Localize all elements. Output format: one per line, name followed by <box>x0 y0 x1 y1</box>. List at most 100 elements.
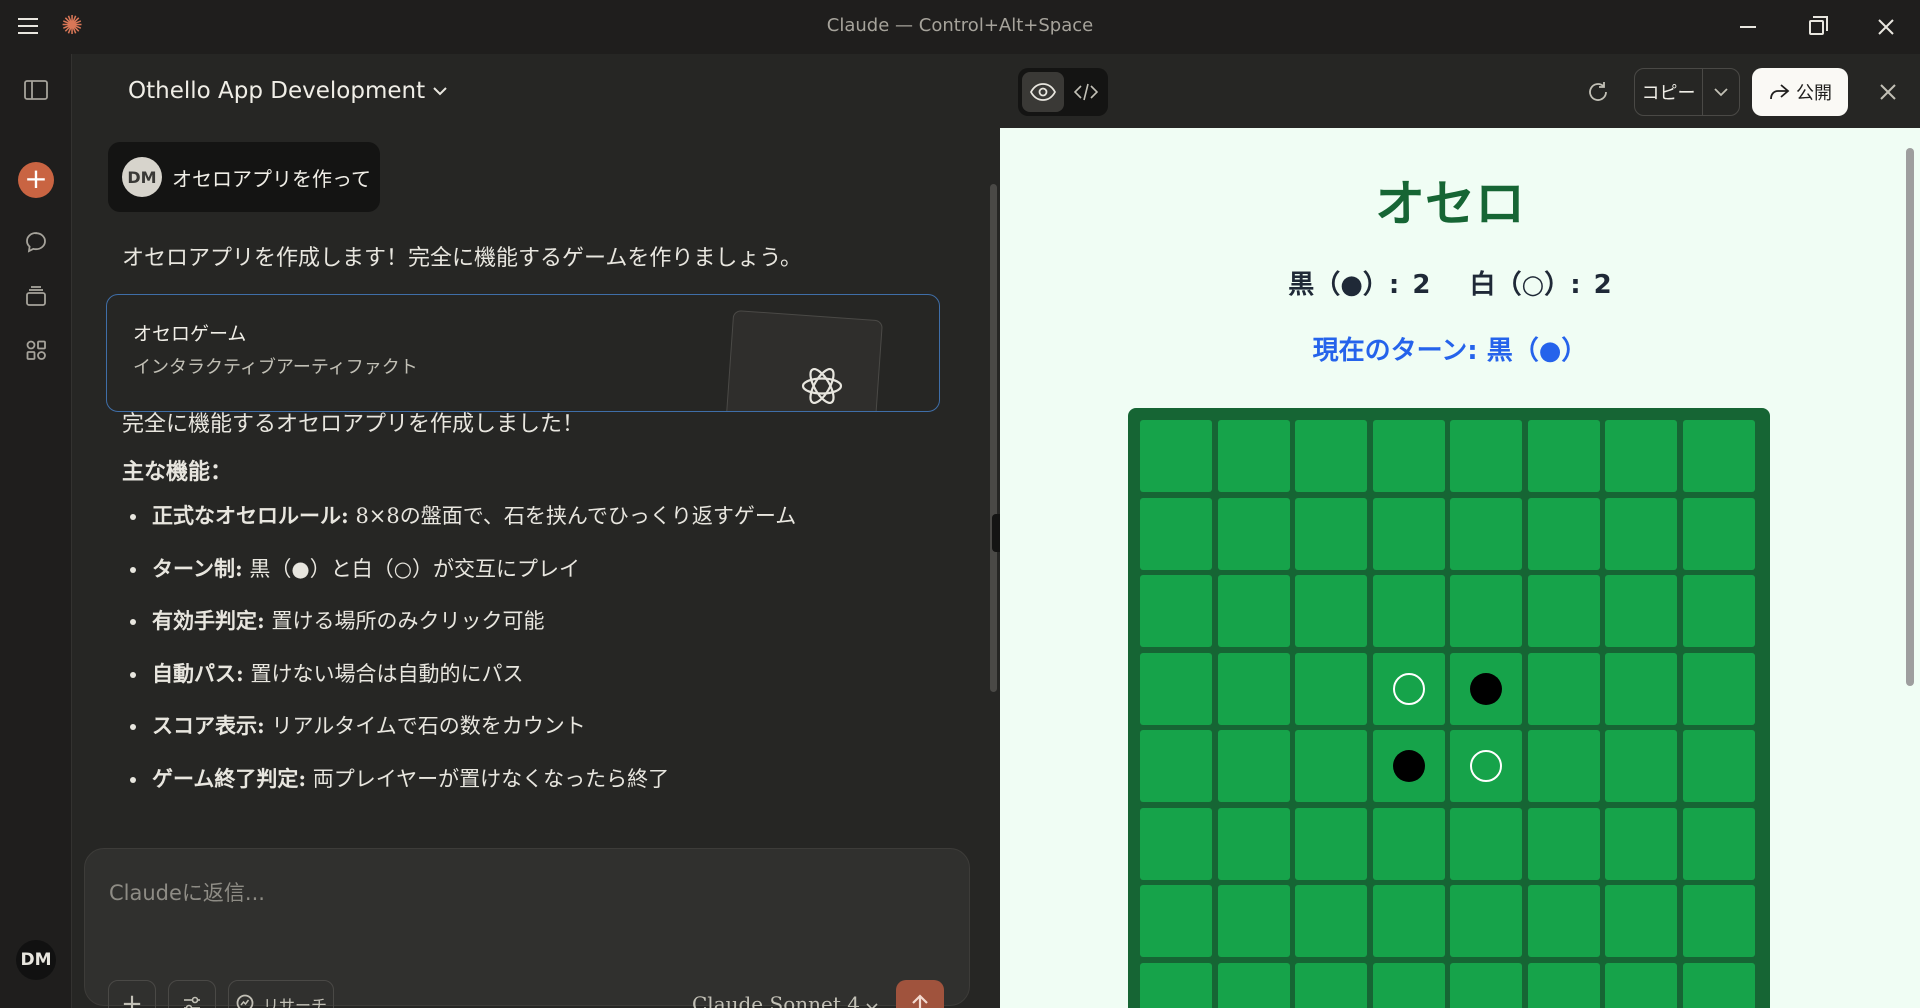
board-cell[interactable] <box>1450 807 1522 880</box>
board-cell[interactable] <box>1372 497 1445 570</box>
board-cell[interactable] <box>1217 420 1290 492</box>
board-cell[interactable] <box>1372 420 1445 492</box>
board-cell[interactable] <box>1527 575 1600 647</box>
board-cell[interactable] <box>1217 962 1290 1008</box>
add-attachment-button[interactable]: + <box>108 980 156 1008</box>
board-cell[interactable] <box>1682 885 1755 957</box>
board-cell[interactable] <box>1295 575 1367 647</box>
artifact-card[interactable]: オセロゲーム インタラクティブアーティファクト <box>106 294 940 412</box>
game-title: オセロ <box>1375 175 1525 233</box>
board-cell[interactable] <box>1295 497 1367 570</box>
board-cell[interactable] <box>1295 962 1367 1008</box>
board-cell[interactable] <box>1217 652 1290 725</box>
board-cell[interactable] <box>1450 575 1522 647</box>
board-cell[interactable] <box>1372 652 1445 725</box>
board-cell[interactable] <box>1605 575 1677 647</box>
board-cell[interactable] <box>1682 420 1755 492</box>
research-button[interactable]: リサーチ <box>228 980 334 1008</box>
conversation-title[interactable]: Othello App Development <box>128 78 447 104</box>
board-cell[interactable] <box>1682 962 1755 1008</box>
board-cell[interactable] <box>1140 575 1212 647</box>
artifact-toolbar: コピー 公開 <box>1000 54 1920 128</box>
board-cell[interactable] <box>1527 420 1600 492</box>
board-cell[interactable] <box>1682 497 1755 570</box>
board-cell[interactable] <box>1140 885 1212 957</box>
refresh-button[interactable] <box>1582 76 1614 108</box>
board-cell[interactable] <box>1140 730 1212 802</box>
board-cell[interactable] <box>1605 962 1677 1008</box>
board-cell[interactable] <box>1372 885 1445 957</box>
board-cell[interactable] <box>1527 497 1600 570</box>
board-cell[interactable] <box>1217 497 1290 570</box>
board-cell[interactable] <box>1295 730 1367 802</box>
reply-input-placeholder[interactable]: Claudeに返信... <box>109 877 265 907</box>
board-cell[interactable] <box>1140 807 1212 880</box>
preview-scroll-thumb[interactable] <box>1906 148 1914 686</box>
new-chat-button[interactable]: + <box>18 162 54 198</box>
board-cell[interactable] <box>1605 652 1677 725</box>
close-panel-button[interactable] <box>1872 76 1904 108</box>
board-cell[interactable] <box>1372 575 1445 647</box>
chats-button[interactable] <box>20 226 52 258</box>
board-cell[interactable] <box>1682 730 1755 802</box>
minimize-button[interactable] <box>1728 8 1768 46</box>
close-window-button[interactable] <box>1866 8 1906 46</box>
board-cell[interactable] <box>1295 652 1367 725</box>
chat-scrollbar[interactable] <box>988 126 1000 1006</box>
board-cell[interactable] <box>1527 652 1600 725</box>
title-bar: ✺ Claude — Control+Alt+Space <box>0 0 1920 54</box>
copy-button[interactable]: コピー <box>1635 69 1703 115</box>
chat-scroll-thumb[interactable] <box>990 184 997 692</box>
board-cell[interactable] <box>1295 420 1367 492</box>
board-cell[interactable] <box>1682 652 1755 725</box>
board-cell[interactable] <box>1217 885 1290 957</box>
board-cell[interactable] <box>1217 730 1290 802</box>
board-cell[interactable] <box>1605 885 1677 957</box>
board-cell[interactable] <box>1682 807 1755 880</box>
board-cell[interactable] <box>1527 885 1600 957</box>
preview-scrollbar[interactable] <box>1900 128 1920 1008</box>
board-cell[interactable] <box>1217 575 1290 647</box>
board-cell[interactable] <box>1450 420 1522 492</box>
artifacts-button[interactable] <box>20 334 52 366</box>
restore-button[interactable] <box>1796 8 1836 46</box>
conversation-title-text: Othello App Development <box>128 78 426 104</box>
board-cell[interactable] <box>1527 807 1600 880</box>
board-cell[interactable] <box>1295 885 1367 957</box>
board-cell[interactable] <box>1140 497 1212 570</box>
send-button[interactable] <box>896 980 944 1008</box>
user-avatar[interactable]: DM <box>16 940 56 980</box>
publish-button[interactable]: 公開 <box>1752 68 1848 116</box>
sidebar-toggle-button[interactable] <box>20 74 52 106</box>
board-cell[interactable] <box>1140 962 1212 1008</box>
code-tab[interactable] <box>1066 72 1106 112</box>
projects-button[interactable] <box>20 280 52 312</box>
reply-input-box[interactable]: Claudeに返信... <box>84 848 970 1006</box>
board-cell[interactable] <box>1217 807 1290 880</box>
board-cell[interactable] <box>1372 730 1445 802</box>
white-stone <box>1392 672 1425 705</box>
board-cell[interactable] <box>1605 497 1677 570</box>
board-cell[interactable] <box>1450 652 1522 725</box>
preview-tab[interactable] <box>1022 72 1064 112</box>
board-cell[interactable] <box>1527 962 1600 1008</box>
board-cell[interactable] <box>1295 807 1367 880</box>
board-cell[interactable] <box>1450 497 1522 570</box>
board-cell[interactable] <box>1605 730 1677 802</box>
board-cell[interactable] <box>1605 807 1677 880</box>
board-cell[interactable] <box>1140 420 1212 492</box>
left-rail: + DM <box>0 54 72 1008</box>
board-cell[interactable] <box>1682 575 1755 647</box>
board-cell[interactable] <box>1527 730 1600 802</box>
board-cell[interactable] <box>1140 652 1212 725</box>
copy-options-button[interactable] <box>1703 69 1739 115</box>
board-cell[interactable] <box>1450 730 1522 802</box>
board-cell[interactable] <box>1605 420 1677 492</box>
board-cell[interactable] <box>1450 962 1522 1008</box>
features-heading: 主な機能： <box>122 459 233 485</box>
board-cell[interactable] <box>1372 807 1445 880</box>
board-cell[interactable] <box>1450 885 1522 957</box>
tools-button[interactable] <box>168 980 216 1008</box>
board-cell[interactable] <box>1372 962 1445 1008</box>
model-selector[interactable]: Claude Sonnet 4 <box>692 992 878 1008</box>
